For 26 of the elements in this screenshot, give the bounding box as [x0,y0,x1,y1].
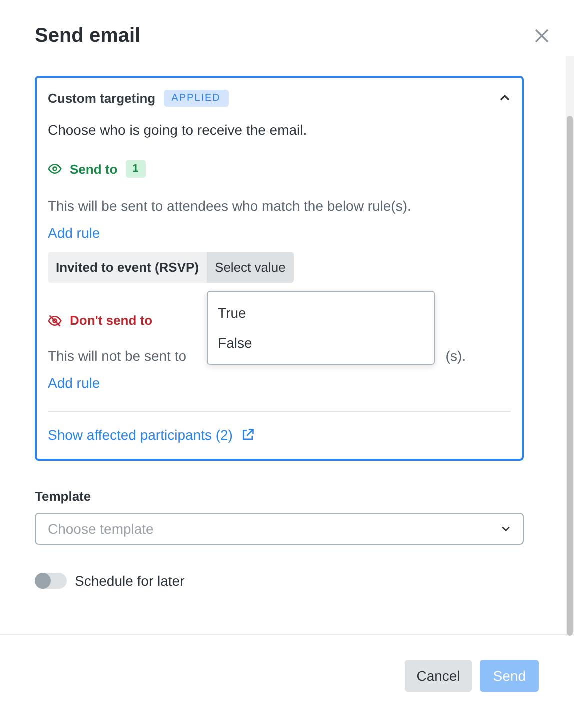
scrollbar-thumb[interactable] [567,116,573,636]
intro-text: Choose who is going to receive the email. [48,122,308,138]
dialog-title: Send email [35,24,141,48]
toggle-label: Schedule for later [75,573,185,589]
section-label: Don't send to [70,313,153,328]
schedule-toggle[interactable] [35,573,67,589]
close-icon[interactable] [534,28,550,44]
menu-option[interactable]: False [208,328,434,358]
section-description: (s). [446,348,466,364]
eye-off-icon [48,314,62,328]
add-rule-link[interactable]: Add rule [48,375,100,391]
menu-option[interactable]: True [208,298,434,328]
external-link-icon[interactable] [240,428,255,442]
card-title: Custom targeting [48,90,156,106]
status-badge: APPLIED [164,90,229,106]
add-rule-link[interactable]: Add rule [48,225,100,241]
affected-participants-link[interactable]: Show affected participants (2) [48,427,233,443]
section-description: This will not be sent to [48,348,187,364]
value-dropdown[interactable]: Select value [207,252,294,283]
field-label: Template [35,489,92,504]
rule-field[interactable]: Invited to event (RSVP) [48,252,208,283]
section-label: Send to [70,162,118,176]
count-badge: 1 [126,160,146,178]
cancel-button[interactable]: Cancel [404,660,472,692]
eye-icon [48,162,62,176]
section-description: This will be sent to attendees who match the below rule(s). [48,198,412,214]
